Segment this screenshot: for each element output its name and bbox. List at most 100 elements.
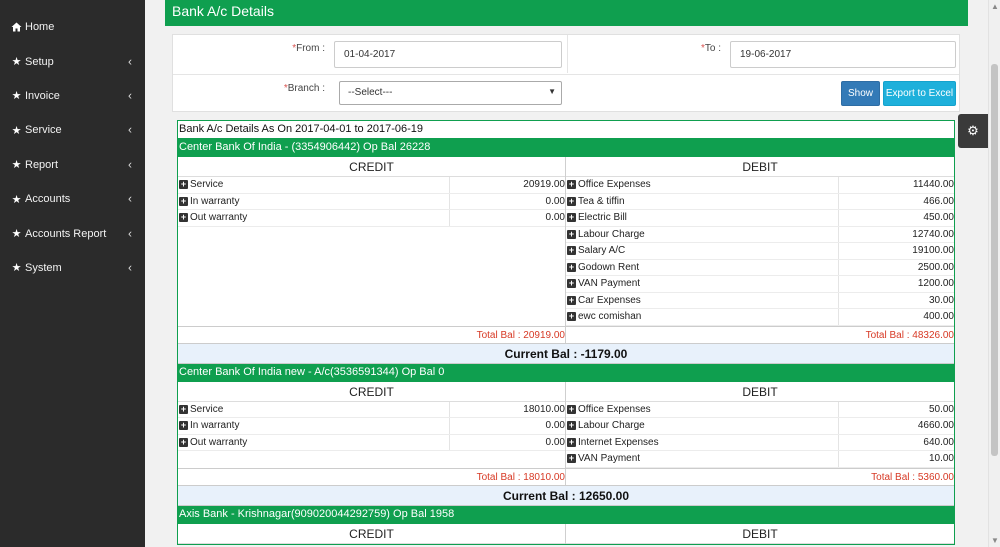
table-row[interactable]: + Service 20919.00 (178, 177, 565, 194)
chevron-left-icon: ‹ (128, 53, 132, 68)
expand-plus-icon[interactable]: + (567, 196, 576, 206)
settings-gear-button[interactable]: ⚙ (958, 114, 988, 148)
star-icon: ★ (11, 159, 22, 172)
ledger-name: Labour Charge (578, 228, 645, 240)
debit-heading: DEBIT (566, 157, 954, 177)
sidebar-item-system[interactable]: ★ System ‹ (0, 251, 145, 285)
expand-plus-icon[interactable]: + (567, 454, 576, 464)
ledger-amount: 450.00 (838, 210, 954, 226)
table-row[interactable]: + In warranty 0.00 (178, 418, 565, 435)
ledger-name: Office Expenses (578, 403, 651, 415)
ledger-amount: 1200.00 (838, 276, 954, 292)
expand-plus-icon[interactable]: + (567, 246, 576, 256)
table-row[interactable]: + VAN Payment 1200.00 (566, 276, 954, 293)
branch-select[interactable]: --Select--- ▼ (339, 81, 562, 105)
from-label-text: From : (296, 43, 325, 54)
credit-total: Total Bal : 18010.00 (178, 468, 566, 485)
page-scrollbar[interactable]: ▲ ▼ (988, 0, 1000, 547)
home-icon (9, 22, 24, 32)
credit-total: Total Bal : 20919.00 (178, 326, 566, 343)
bank-report: Bank A/c Details As On 2017-04-01 to 201… (177, 120, 955, 545)
divider (567, 35, 568, 73)
page-title: Bank A/c Details (165, 0, 968, 26)
ledger-amount: 19100.00 (838, 243, 954, 259)
sidebar-item-service[interactable]: ★ Service ‹ (0, 113, 145, 147)
ledger-amount: 50.00 (838, 401, 954, 417)
expand-plus-icon[interactable]: + (567, 437, 576, 447)
ledger-amount: 0.00 (449, 434, 565, 450)
divider (173, 74, 959, 75)
table-row[interactable]: + Salary A/C 19100.00 (566, 243, 954, 260)
expand-plus-icon[interactable]: + (567, 404, 576, 414)
credit-heading: CREDIT (178, 157, 565, 177)
expand-plus-icon[interactable]: + (567, 229, 576, 239)
scrollbar-thumb[interactable] (991, 64, 998, 456)
table-row[interactable]: + Service 18010.00 (178, 401, 565, 418)
star-icon: ★ (11, 228, 22, 241)
from-date-field[interactable]: 01-04-2017 (334, 41, 562, 68)
to-label-text: To : (704, 43, 721, 54)
table-row[interactable]: + In warranty 0.00 (178, 193, 565, 210)
debit-column: DEBIT (566, 524, 954, 544)
branch-label-text: Branch : (287, 83, 325, 94)
ledger-amount: 30.00 (838, 292, 954, 308)
table-row[interactable]: + Godown Rent 2500.00 (566, 259, 954, 276)
credit-column: CREDIT + Service 18010.00 + In warranty 0.00… (178, 381, 566, 468)
ledger-name: VAN Payment (578, 278, 641, 290)
ledger-amount: 4660.00 (838, 418, 954, 434)
filter-panel: *From : 01-04-2017 *To : 19-06-2017 *Bra… (172, 34, 960, 112)
table-row[interactable]: + Internet Expenses 640.00 (566, 434, 954, 451)
ledger-amount: 2500.00 (838, 259, 954, 275)
sidebar-item-report[interactable]: ★ Report ‹ (0, 148, 145, 182)
export-to-excel-button[interactable]: Export to Excel (883, 81, 956, 106)
expand-plus-icon[interactable]: + (567, 262, 576, 272)
star-icon: ★ (11, 56, 22, 69)
expand-plus-icon[interactable]: + (179, 180, 188, 190)
sidebar-item-accounts-report[interactable]: ★ Accounts Report ‹ (0, 216, 145, 250)
sidebar-item-invoice[interactable]: ★ Invoice ‹ (0, 79, 145, 113)
table-row[interactable]: + Out warranty 0.00 (178, 210, 565, 227)
credit-heading: CREDIT (178, 524, 565, 544)
table-row[interactable]: + Electric Bill 450.00 (566, 210, 954, 227)
sidebar-item-setup[interactable]: ★ Setup ‹ (0, 44, 145, 78)
table-row[interactable]: + ewc comishan 400.00 (566, 309, 954, 326)
table-row[interactable]: + Labour Charge 12740.00 (566, 226, 954, 243)
ledger-amount: 0.00 (449, 210, 565, 226)
ledger-amount: 640.00 (838, 434, 954, 450)
expand-plus-icon[interactable]: + (567, 180, 576, 190)
ledger-name: Car Expenses (578, 294, 641, 306)
table-row[interactable]: + Labour Charge 4660.00 (566, 418, 954, 435)
to-date-field[interactable]: 19-06-2017 (730, 41, 956, 68)
expand-plus-icon[interactable]: + (179, 404, 188, 414)
expand-plus-icon[interactable]: + (179, 213, 188, 223)
expand-plus-icon[interactable]: + (179, 437, 188, 447)
sidebar-item-label: Report (25, 158, 59, 171)
expand-plus-icon[interactable]: + (567, 213, 576, 223)
ledger-name: Internet Expenses (578, 436, 659, 448)
branch-label: *Branch : (233, 83, 325, 94)
expand-plus-icon[interactable]: + (567, 279, 576, 289)
expand-plus-icon[interactable]: + (567, 312, 576, 322)
table-row[interactable]: + VAN Payment 10.00 (566, 451, 954, 468)
expand-plus-icon[interactable]: + (567, 295, 576, 305)
table-row[interactable]: + Out warranty 0.00 (178, 434, 565, 451)
table-row[interactable]: + Office Expenses 50.00 (566, 401, 954, 418)
sidebar-item-home[interactable]: Home (0, 10, 145, 44)
scroll-up-icon[interactable]: ▲ (991, 2, 999, 11)
expand-plus-icon[interactable]: + (179, 196, 188, 206)
expand-plus-icon[interactable]: + (179, 421, 188, 431)
sidebar-item-label: Accounts Report (25, 227, 107, 240)
ledger-amount: 466.00 (838, 193, 954, 209)
table-row[interactable]: + Car Expenses 30.00 (566, 292, 954, 309)
expand-plus-icon[interactable]: + (567, 421, 576, 431)
table-row[interactable]: + Office Expenses 11440.00 (566, 177, 954, 194)
scroll-down-icon[interactable]: ▼ (991, 536, 999, 545)
from-label: *From : (233, 43, 325, 54)
table-row[interactable]: + Tea & tiffin 466.00 (566, 193, 954, 210)
chevron-left-icon: ‹ (128, 157, 132, 172)
current-balance: Current Bal : 12650.00 (178, 485, 954, 506)
ledger-name: Service (190, 403, 224, 415)
sidebar-item-accounts[interactable]: ★ Accounts ‹ (0, 182, 145, 216)
star-icon: ★ (11, 193, 22, 206)
show-button[interactable]: Show (841, 81, 880, 106)
